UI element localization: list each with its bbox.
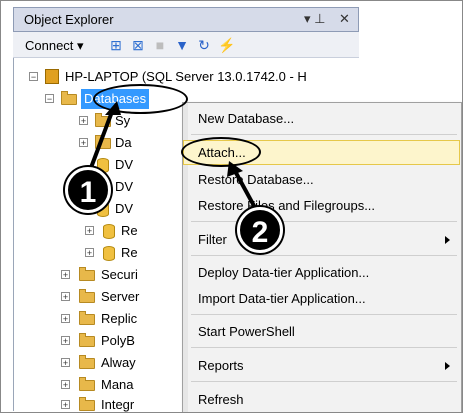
step-1-badge: 1 — [65, 167, 111, 213]
step-2-badge: 2 — [237, 207, 283, 253]
arrowhead-step1 — [105, 101, 121, 115]
screenshot-frame: Object Explorer ▾ ⊥ ✕ Connect ▾ ⊞ ⊠ ■ ▼ … — [0, 0, 463, 413]
annotation-arrows — [87, 101, 261, 216]
arrow-step1 — [87, 108, 115, 174]
